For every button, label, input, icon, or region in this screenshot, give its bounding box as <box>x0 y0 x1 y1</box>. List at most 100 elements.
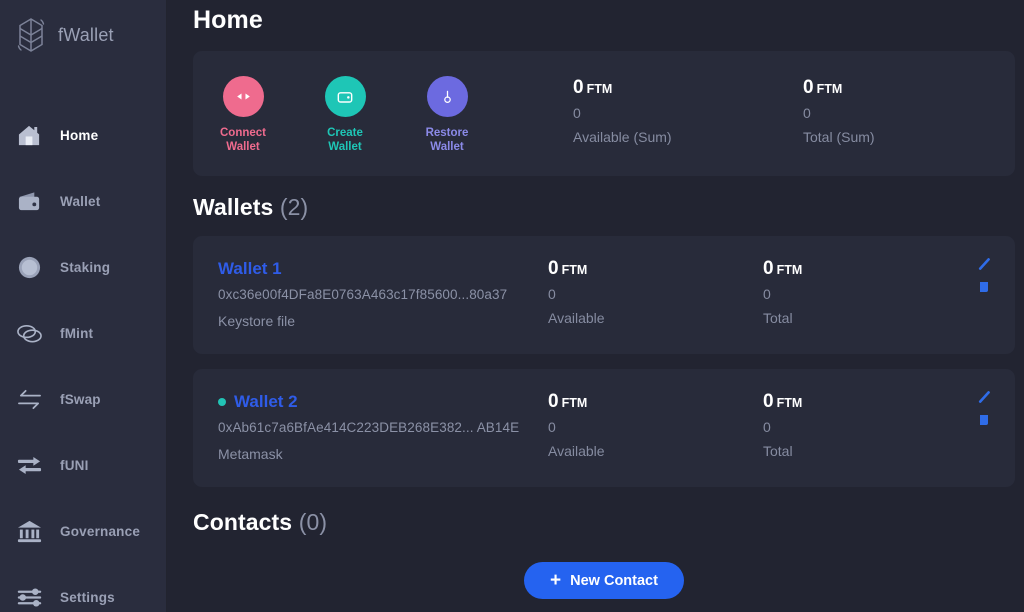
sidebar-item-home[interactable]: Home <box>0 102 166 168</box>
wallet-total-balance: 0 FTM 0 Total <box>763 258 978 328</box>
main-content: Home Connect Wallet Create Wallet Restor… <box>167 0 1024 612</box>
wallet-type: Keystore file <box>218 313 296 329</box>
copy-icon[interactable] <box>977 412 993 428</box>
wallet-total-label: Total <box>763 310 793 326</box>
restore-wallet-action[interactable]: Restore Wallet <box>415 76 479 154</box>
wallets-heading-text: Wallets <box>193 194 274 220</box>
sidebar-item-label: Staking <box>60 259 111 275</box>
wallet-type: Metamask <box>218 446 283 462</box>
sidebar-item-label: Home <box>60 127 99 143</box>
connect-wallet-action[interactable]: Connect Wallet <box>211 76 275 154</box>
total-sum-label: Total (Sum) <box>803 129 875 145</box>
pencil-edit-icon[interactable] <box>977 389 993 405</box>
connected-status-dot <box>218 398 226 406</box>
sidebar-item-staking[interactable]: Staking <box>0 234 166 300</box>
swap-arrows-icon <box>14 384 44 414</box>
quick-actions-card: Connect Wallet Create Wallet Restore Wal… <box>193 51 1015 176</box>
available-sum-label: Available (Sum) <box>573 129 672 145</box>
sidebar-item-fswap[interactable]: fSwap <box>0 366 166 432</box>
new-contact-button[interactable]: + New Contact <box>524 562 684 599</box>
wallet-actions <box>977 256 993 295</box>
coins-stack-icon <box>14 318 44 348</box>
brand-name: fWallet <box>58 24 114 45</box>
wallet-available-fiat: 0 <box>548 419 556 435</box>
summary-balances: 0 FTM 0 Available (Sum) 0 FTM 0 Total (Sum… <box>479 51 1024 147</box>
sidebar-item-label: fMint <box>60 325 94 341</box>
brand[interactable]: fWallet <box>0 0 166 56</box>
currency-unit: FTM <box>586 82 613 96</box>
pencil-edit-icon[interactable] <box>977 256 993 272</box>
wallet-name-text: Wallet 2 <box>234 392 298 411</box>
wallet-row[interactable]: Wallet 2 0xAb61c7a6BfAe414C223DEB268E382… <box>193 369 1015 487</box>
wallet-total-amount: 0 FTM <box>763 258 803 279</box>
wallet-icon <box>14 186 44 216</box>
contacts-heading-text: Contacts <box>193 509 293 535</box>
connect-plug-icon <box>222 76 264 117</box>
sidebar-item-fmint[interactable]: fMint <box>0 300 166 366</box>
wallet-info: Wallet 1 0xc36e00f4DFa8E0763A463c17f8560… <box>218 258 548 329</box>
new-contact-container: + New Contact <box>193 562 1015 599</box>
currency-unit: FTM <box>776 396 803 410</box>
wallet-address: 0xc36e00f4DFa8E0763A463c17f85600...80a37 <box>218 287 508 302</box>
wallet-available-balance: 0 FTM 0 Available <box>548 258 763 328</box>
sidebar-nav: Home Wallet Staking fMint fSwap fUNI Gov… <box>0 102 166 612</box>
currency-unit: FTM <box>561 263 588 277</box>
wallet-available-amount: 0 FTM <box>548 258 588 279</box>
wallet-row[interactable]: Wallet 1 0xc36e00f4DFa8E0763A463c17f8560… <box>193 236 1015 354</box>
wallet-address: 0xAb61c7a6BfAe414C223DEB268E382... AB14E <box>218 420 520 435</box>
sidebar-item-governance[interactable]: Governance <box>0 498 166 564</box>
contacts-heading: Contacts (0) <box>193 509 1024 536</box>
wallet-available-label: Available <box>548 443 605 459</box>
wallet-total-fiat: 0 <box>763 286 771 302</box>
wallet-actions <box>977 389 993 428</box>
home-icon <box>14 120 44 150</box>
sidebar-item-label: Governance <box>60 523 141 539</box>
available-sum-fiat: 0 <box>573 105 581 121</box>
wallet-name-text: Wallet 1 <box>218 259 282 278</box>
wallet-info: Wallet 2 0xAb61c7a6BfAe414C223DEB268E382… <box>218 391 548 462</box>
transfer-arrows-icon <box>14 450 44 480</box>
wallet-available-fiat: 0 <box>548 286 556 302</box>
currency-unit: FTM <box>776 263 803 277</box>
new-contact-label: New Contact <box>570 572 658 589</box>
sidebar-item-settings[interactable]: Settings <box>0 564 166 612</box>
wallet-total-fiat: 0 <box>763 419 771 435</box>
wallet-available-balance: 0 FTM 0 Available <box>548 391 763 461</box>
staking-coin-icon <box>14 252 44 282</box>
sidebar-item-wallet[interactable]: Wallet <box>0 168 166 234</box>
fantom-logo-icon <box>14 15 48 55</box>
wallets-heading: Wallets (2) <box>193 194 1024 221</box>
wallet-name[interactable]: Wallet 2 <box>218 391 548 413</box>
wallet-available-label: Available <box>548 310 605 326</box>
sidebar-item-label: fUNI <box>60 457 89 473</box>
total-sum-fiat: 0 <box>803 105 811 121</box>
wallet-total-amount: 0 FTM <box>763 391 803 412</box>
quick-actions: Connect Wallet Create Wallet Restore Wal… <box>211 51 479 154</box>
create-wallet-action[interactable]: Create Wallet <box>313 76 377 154</box>
app-root: fWallet Home Wallet Staking fMint fSwap … <box>0 0 1024 612</box>
sidebar-item-funi[interactable]: fUNI <box>0 432 166 498</box>
available-sum-balance: 0 FTM 0 Available (Sum) <box>573 77 803 147</box>
sidebar-item-label: fSwap <box>60 391 101 407</box>
contacts-count: (0) <box>298 509 328 535</box>
sidebar: fWallet Home Wallet Staking fMint fSwap … <box>0 0 167 612</box>
wallet-available-amount: 0 FTM <box>548 391 588 412</box>
sidebar-item-label: Wallet <box>60 193 101 209</box>
wallet-name[interactable]: Wallet 1 <box>218 258 548 280</box>
wallet-total-label: Total <box>763 443 793 459</box>
wallets-count: (2) <box>279 194 309 220</box>
total-sum-balance: 0 FTM 0 Total (Sum) <box>803 77 1024 147</box>
bank-columns-icon <box>14 516 44 546</box>
available-sum-amount: 0 FTM <box>573 77 613 98</box>
sidebar-item-label: Settings <box>60 589 115 605</box>
restore-wallet-label: Restore Wallet <box>425 127 469 153</box>
wallet-total-balance: 0 FTM 0 Total <box>763 391 978 461</box>
create-wallet-label: Create Wallet <box>327 127 363 153</box>
page-title: Home <box>193 6 263 34</box>
currency-unit: FTM <box>561 396 588 410</box>
create-wallet-icon <box>324 76 366 117</box>
copy-icon[interactable] <box>977 279 993 295</box>
connect-wallet-label: Connect Wallet <box>220 127 266 153</box>
restore-key-icon <box>426 76 468 117</box>
currency-unit: FTM <box>816 82 843 96</box>
